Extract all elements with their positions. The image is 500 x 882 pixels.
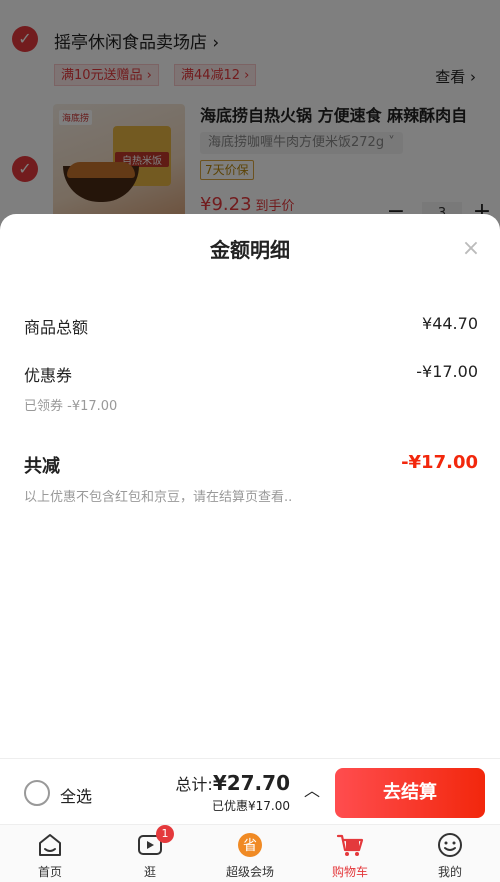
tab-cart-label: 购物车 <box>331 865 368 879</box>
tab-home[interactable]: 首页 <box>0 829 100 882</box>
cart-icon <box>336 834 364 856</box>
tab-profile[interactable]: 我的 <box>400 829 500 882</box>
sum-line: 总计:¥27.70 <box>175 771 290 795</box>
select-all-label[interactable]: 全选 <box>60 783 92 807</box>
total-reduction-label: 共减 <box>24 456 60 477</box>
coupon-value: -¥17.00 <box>416 362 478 381</box>
close-icon[interactable]: × <box>456 234 486 264</box>
total-reduction-value: -¥17.00 <box>401 452 478 473</box>
sum-label: 总计: <box>175 775 213 794</box>
reduction-disclaimer: 以上优惠不包含红包和京豆，请在结算页查看.. <box>24 490 293 505</box>
checkout-bar: 全选 总计:¥27.70 已优惠¥17.00 ︿ 去结算 <box>0 758 500 824</box>
checkout-button[interactable]: 去结算 <box>335 768 485 818</box>
sheet-title: 金额明细 <box>210 238 290 262</box>
amount-detail-sheet: 金额明细 × 商品总额 ¥44.70 优惠券 -¥17.00 已领券 -¥17.… <box>0 214 500 824</box>
chevron-up-icon[interactable]: ︿ <box>302 781 322 801</box>
sum-value: ¥27.70 <box>212 771 290 795</box>
sum-discount: 已优惠¥17.00 <box>212 799 290 813</box>
tab-browse-badge: 1 <box>156 825 174 843</box>
bottom-tab-bar: 首页 1 逛 省 超级会场 购物车 我的 <box>0 824 500 882</box>
select-all-radio-icon[interactable] <box>24 780 50 806</box>
super-venue-icon: 省 <box>238 833 262 857</box>
profile-icon <box>438 833 462 857</box>
svg-text:省: 省 <box>243 838 257 854</box>
tab-browse[interactable]: 1 逛 <box>100 825 200 882</box>
goods-total-value: ¥44.70 <box>422 314 478 333</box>
order-summary: 总计:¥27.70 已优惠¥17.00 <box>175 771 290 814</box>
tab-super-venue[interactable]: 省 超级会场 <box>200 829 300 882</box>
tab-cart[interactable]: 购物车 <box>300 829 400 882</box>
tab-browse-label: 逛 <box>143 865 156 879</box>
goods-total-label: 商品总额 <box>24 318 89 337</box>
tab-super-venue-label: 超级会场 <box>225 865 274 879</box>
tab-profile-label: 我的 <box>437 865 462 879</box>
home-icon <box>39 834 61 856</box>
coupon-label: 优惠券 <box>24 366 73 385</box>
tab-home-label: 首页 <box>37 865 62 879</box>
coupon-received-note: 已领券 -¥17.00 <box>24 399 118 414</box>
